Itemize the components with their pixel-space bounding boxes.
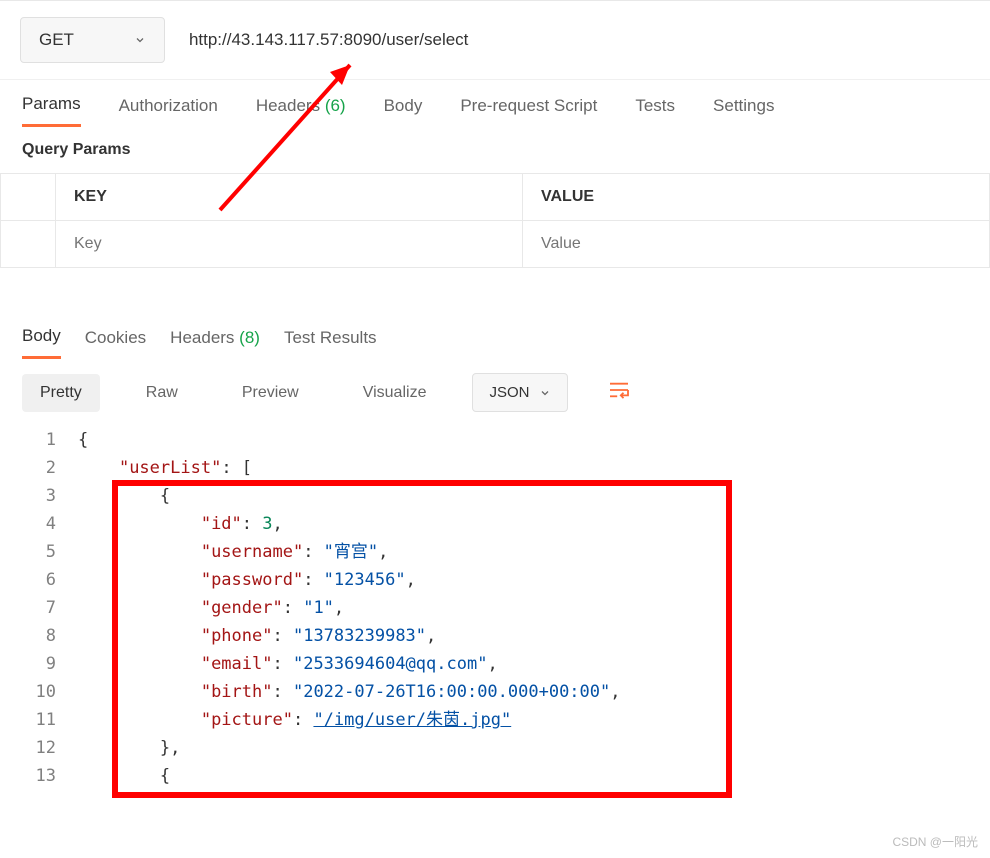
resp-tab-cookies[interactable]: Cookies [85,328,146,358]
query-params-title: Query Params [0,127,990,173]
resp-tab-test-results[interactable]: Test Results [284,328,377,358]
method-text: GET [39,30,74,50]
row-checkbox-cell[interactable] [1,221,56,268]
tab-authorization[interactable]: Authorization [119,96,218,126]
chevron-down-icon [134,34,146,46]
response-tabs: Body Cookies Headers (8) Test Results [0,318,990,359]
tab-settings[interactable]: Settings [713,96,774,126]
checkbox-header [1,174,56,221]
method-select[interactable]: GET [20,17,165,63]
url-input[interactable] [181,22,970,58]
key-header: KEY [56,174,523,221]
value-header: VALUE [523,174,990,221]
tab-headers[interactable]: Headers (6) [256,96,346,126]
table-row [1,221,990,268]
view-visualize[interactable]: Visualize [345,374,445,412]
resp-headers-label: Headers [170,328,234,347]
format-label: JSON [489,384,529,401]
watermark: CSDN @一阳光 [892,833,978,850]
code-content[interactable]: { "userList": [ { "id": 3, "username": "… [70,426,621,790]
tab-tests[interactable]: Tests [635,96,675,126]
query-params-table: KEY VALUE [0,173,990,268]
resp-headers-count: (8) [239,328,260,347]
table-header-row: KEY VALUE [1,174,990,221]
view-toolbar: Pretty Raw Preview Visualize JSON [0,359,990,426]
value-input[interactable] [541,235,971,253]
view-pretty[interactable]: Pretty [22,374,100,412]
tab-params[interactable]: Params [22,94,81,127]
request-tabs: Params Authorization Headers (6) Body Pr… [0,80,990,127]
tab-body[interactable]: Body [384,96,423,126]
headers-count: (6) [325,96,346,115]
format-select[interactable]: JSON [472,373,568,412]
chevron-down-icon [539,387,551,399]
key-input[interactable] [74,235,504,253]
request-row: GET [0,1,990,80]
view-preview[interactable]: Preview [224,374,317,412]
line-numbers: 1 2 3 4 5 6 7 8 9 10 11 12 13 [22,426,70,790]
view-raw[interactable]: Raw [128,374,196,412]
resp-tab-body[interactable]: Body [22,326,61,359]
tab-pre-request[interactable]: Pre-request Script [460,96,597,126]
code-area: 1 2 3 4 5 6 7 8 9 10 11 12 13 { "userLis… [0,426,990,790]
resp-tab-headers[interactable]: Headers (8) [170,328,260,358]
tab-headers-label: Headers [256,96,320,115]
wrap-lines-icon[interactable] [596,373,642,412]
